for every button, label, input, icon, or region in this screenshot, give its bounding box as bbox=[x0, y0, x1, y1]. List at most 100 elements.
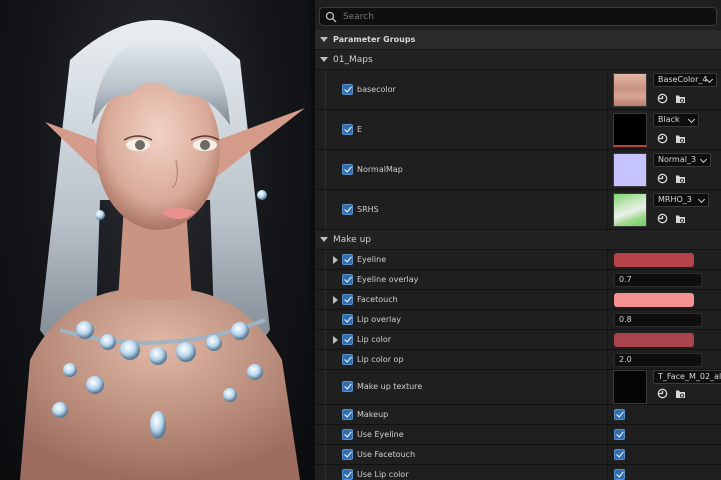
material-parameters-panel: Parameter Groups 01_Maps basecolor BaseC… bbox=[315, 0, 721, 480]
search-bar[interactable] bbox=[319, 7, 717, 26]
group-make-up[interactable]: Make up bbox=[315, 230, 721, 250]
texture-thumbnail[interactable] bbox=[613, 370, 647, 404]
chevron-down-icon[interactable] bbox=[319, 55, 329, 65]
texture-thumbnail[interactable] bbox=[613, 113, 647, 147]
param-enable-checkbox[interactable] bbox=[342, 124, 353, 135]
param-row-use-lip-color: Use Lip color bbox=[315, 465, 721, 480]
reset-arrow-icon[interactable] bbox=[657, 93, 668, 104]
texture-thumbnail[interactable] bbox=[613, 153, 647, 187]
chevron-right-icon[interactable] bbox=[331, 255, 341, 265]
parameter-groups-title: Parameter Groups bbox=[333, 35, 416, 44]
param-name: Lip color bbox=[357, 335, 391, 344]
param-row-eyeline-overlay: Eyeline overlay 0.7 bbox=[315, 270, 721, 290]
color-swatch[interactable] bbox=[614, 333, 694, 347]
param-name: Lip color op bbox=[357, 355, 404, 364]
param-row-lip-color-op: Lip color op 2.0 bbox=[315, 350, 721, 370]
param-enable-checkbox[interactable] bbox=[342, 469, 353, 480]
bool-value-checkbox[interactable] bbox=[614, 469, 625, 480]
param-enable-checkbox[interactable] bbox=[342, 449, 353, 460]
texture-thumbnail[interactable] bbox=[613, 73, 647, 107]
param-enable-checkbox[interactable] bbox=[342, 164, 353, 175]
param-row-use-eyeline: Use Eyeline bbox=[315, 425, 721, 445]
color-swatch[interactable] bbox=[614, 293, 694, 307]
group-01-maps[interactable]: 01_Maps bbox=[315, 50, 721, 70]
param-enable-checkbox[interactable] bbox=[342, 334, 353, 345]
param-row-e: E Black bbox=[315, 110, 721, 150]
scalar-value-field[interactable]: 2.0 bbox=[614, 353, 702, 367]
param-enable-checkbox[interactable] bbox=[342, 254, 353, 265]
browse-folder-icon[interactable] bbox=[675, 213, 686, 224]
browse-folder-icon[interactable] bbox=[675, 173, 686, 184]
texture-name: MRHO_3 bbox=[658, 195, 692, 204]
bool-value-checkbox[interactable] bbox=[614, 429, 625, 440]
texture-select-dropdown[interactable]: BaseColor_4 bbox=[653, 73, 717, 87]
param-name: Makeup bbox=[357, 410, 389, 419]
reset-arrow-icon[interactable] bbox=[657, 213, 668, 224]
param-name: Use Eyeline bbox=[357, 430, 404, 439]
param-enable-checkbox[interactable] bbox=[342, 84, 353, 95]
texture-name: Normal_3 bbox=[658, 155, 697, 164]
scalar-value-field[interactable]: 0.8 bbox=[614, 313, 702, 327]
param-enable-checkbox[interactable] bbox=[342, 294, 353, 305]
param-row-makeup: Makeup bbox=[315, 405, 721, 425]
texture-select-dropdown[interactable]: Black bbox=[653, 113, 699, 127]
param-name: NormalMap bbox=[357, 165, 403, 174]
texture-select-dropdown[interactable]: T_Face_M_02_alb bbox=[653, 370, 721, 384]
chevron-down-icon bbox=[697, 195, 706, 204]
chevron-down-icon bbox=[699, 155, 708, 164]
param-name: SRHS bbox=[357, 205, 379, 214]
param-row-lip-overlay: Lip overlay 0.8 bbox=[315, 310, 721, 330]
param-enable-checkbox[interactable] bbox=[342, 381, 353, 392]
chevron-down-icon[interactable] bbox=[319, 35, 329, 45]
param-name: Use Facetouch bbox=[357, 450, 416, 459]
param-row-facetouch: Facetouch bbox=[315, 290, 721, 310]
param-row-makeup-texture: Make up texture T_Face_M_02_alb bbox=[315, 370, 721, 405]
param-name: E bbox=[357, 125, 363, 134]
texture-select-dropdown[interactable]: Normal_3 bbox=[653, 153, 711, 167]
bool-value-checkbox[interactable] bbox=[614, 449, 625, 460]
chevron-down-icon bbox=[687, 115, 696, 124]
param-name: Eyeline bbox=[357, 255, 387, 264]
param-enable-checkbox[interactable] bbox=[342, 409, 353, 420]
browse-folder-icon[interactable] bbox=[675, 388, 686, 399]
param-enable-checkbox[interactable] bbox=[342, 204, 353, 215]
group-label: Make up bbox=[333, 234, 371, 245]
param-name: Make up texture bbox=[357, 382, 423, 391]
texture-name: T_Face_M_02_alb bbox=[658, 372, 721, 381]
param-enable-checkbox[interactable] bbox=[342, 354, 353, 365]
reset-arrow-icon[interactable] bbox=[657, 388, 668, 399]
param-enable-checkbox[interactable] bbox=[342, 429, 353, 440]
texture-thumbnail[interactable] bbox=[613, 193, 647, 227]
chevron-down-icon[interactable] bbox=[319, 235, 329, 245]
param-enable-checkbox[interactable] bbox=[342, 314, 353, 325]
viewport-render[interactable] bbox=[0, 0, 311, 480]
param-row-use-facetouch: Use Facetouch bbox=[315, 445, 721, 465]
group-label: 01_Maps bbox=[333, 54, 373, 65]
chevron-right-icon[interactable] bbox=[331, 295, 341, 305]
search-icon bbox=[325, 11, 337, 22]
parameter-groups-header[interactable]: Parameter Groups bbox=[315, 30, 721, 50]
param-name: Use Lip color bbox=[357, 470, 409, 479]
texture-name: BaseColor_4 bbox=[658, 75, 708, 84]
color-swatch[interactable] bbox=[614, 253, 694, 267]
param-name: Eyeline overlay bbox=[357, 275, 419, 284]
bool-value-checkbox[interactable] bbox=[614, 409, 625, 420]
reset-arrow-icon[interactable] bbox=[657, 173, 668, 184]
param-name: basecolor bbox=[357, 85, 396, 94]
param-enable-checkbox[interactable] bbox=[342, 274, 353, 285]
texture-name: Black bbox=[658, 115, 680, 124]
browse-folder-icon[interactable] bbox=[675, 93, 686, 104]
chevron-right-icon[interactable] bbox=[331, 335, 341, 345]
browse-folder-icon[interactable] bbox=[675, 133, 686, 144]
param-row-basecolor: basecolor BaseColor_4 bbox=[315, 70, 721, 110]
param-name: Facetouch bbox=[357, 295, 398, 304]
param-row-lip-color: Lip color bbox=[315, 330, 721, 350]
search-input[interactable] bbox=[343, 11, 643, 22]
texture-select-dropdown[interactable]: MRHO_3 bbox=[653, 193, 709, 207]
character-render-image bbox=[20, 20, 305, 480]
scalar-value-field[interactable]: 0.7 bbox=[614, 273, 702, 287]
param-row-eyeline: Eyeline bbox=[315, 250, 721, 270]
reset-arrow-icon[interactable] bbox=[657, 133, 668, 144]
param-name: Lip overlay bbox=[357, 315, 401, 324]
param-row-srhs: SRHS MRHO_3 bbox=[315, 190, 721, 230]
